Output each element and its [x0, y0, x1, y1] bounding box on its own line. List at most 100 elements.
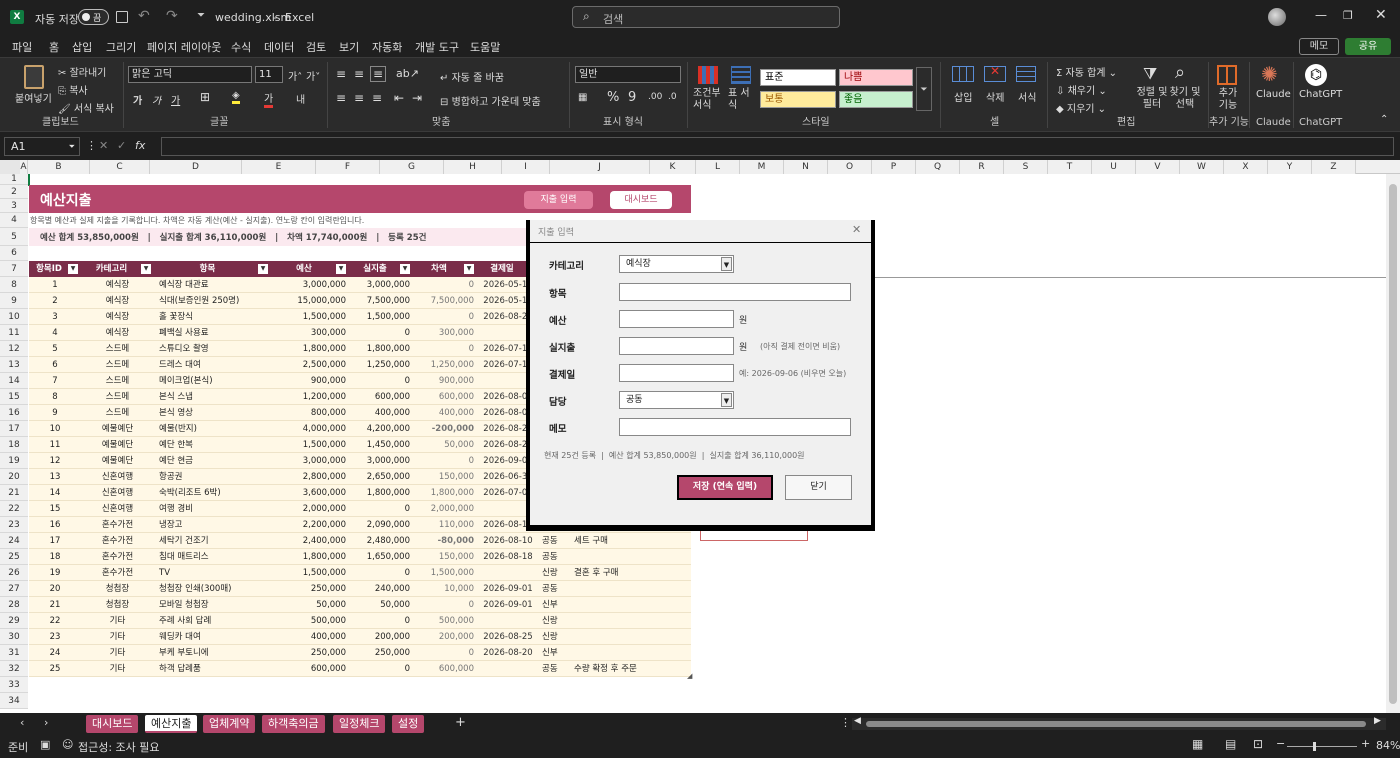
align-top-icon[interactable]: ≡ [336, 67, 346, 81]
table-cell[interactable]: 1,800,000 [274, 549, 346, 565]
table-cell[interactable]: 500,000 [274, 613, 346, 629]
tab-developer[interactable]: 개발 도구 [415, 39, 459, 55]
copy-button[interactable]: ⎘ 복사 [58, 82, 88, 97]
table-cell[interactable]: 50,000 [352, 597, 410, 613]
column-header[interactable]: Z [1312, 160, 1356, 174]
align-left-icon[interactable]: ≡ [336, 91, 346, 105]
table-cell[interactable]: 24 [32, 645, 78, 661]
column-header[interactable]: X [1224, 160, 1268, 174]
table-cell[interactable]: 신혼여행 [84, 485, 151, 501]
column-header[interactable]: J [550, 160, 650, 174]
table-cell[interactable]: 청첩장 인쇄(300매) [159, 581, 268, 597]
table-cell[interactable]: 0 [416, 453, 474, 469]
row-header[interactable]: 19 [0, 453, 28, 469]
row-header[interactable]: 26 [0, 565, 28, 581]
row-header[interactable]: 23 [0, 517, 28, 533]
table-cell[interactable]: 수량 확정 후 주문 [574, 661, 688, 677]
enter-formula-icon[interactable]: ✓ [117, 139, 126, 152]
bold-icon[interactable]: 가 [133, 92, 142, 107]
table-cell[interactable]: 1,500,000 [416, 565, 474, 581]
style-normal[interactable]: 표준 [760, 69, 836, 86]
row-header[interactable]: 34 [0, 693, 28, 709]
table-cell[interactable] [480, 613, 536, 629]
row-header[interactable]: 25 [0, 549, 28, 565]
merge-center-button[interactable]: ⊟ 병합하고 가운데 맞춤 [440, 93, 541, 108]
phonetic-icon[interactable]: 내 [296, 91, 305, 106]
table-cell[interactable]: 냉장고 [159, 517, 268, 533]
table-cell[interactable] [574, 581, 688, 597]
table-cell[interactable]: 250,000 [274, 645, 346, 661]
indent-increase-icon[interactable]: ⇥ [412, 91, 422, 105]
table-cell[interactable]: 7,500,000 [416, 293, 474, 309]
table-cell[interactable]: 2026-08-18 [480, 549, 536, 565]
table-cell[interactable]: 25 [32, 661, 78, 677]
table-cell[interactable]: 50,000 [274, 597, 346, 613]
row-header[interactable]: 12 [0, 341, 28, 357]
tab-data[interactable]: 데이터 [264, 39, 294, 55]
owner-select[interactable]: 공동 ▼ [619, 391, 734, 409]
normal-view-icon[interactable]: ▦ [1192, 737, 1203, 751]
hscroll-thumb[interactable] [866, 721, 1366, 727]
table-cell[interactable]: 2,090,000 [352, 517, 410, 533]
dashboard-button[interactable]: 대시보드 [610, 191, 672, 209]
table-cell[interactable]: 22 [32, 613, 78, 629]
share-button[interactable]: 공유 [1345, 38, 1391, 55]
save-icon[interactable] [116, 11, 128, 23]
row-header[interactable]: 3 [0, 199, 28, 213]
table-cell[interactable]: 600,000 [352, 389, 410, 405]
sort-filter-button[interactable]: 정렬 및 필터 [1134, 87, 1170, 111]
table-cell[interactable]: 2,500,000 [274, 357, 346, 373]
budget-input[interactable] [619, 310, 734, 328]
table-cell[interactable]: 6 [32, 357, 78, 373]
table-cell[interactable]: 4 [32, 325, 78, 341]
claude-button[interactable]: Claude [1256, 89, 1291, 100]
table-cell[interactable]: 1,800,000 [352, 341, 410, 357]
date-input[interactable] [619, 364, 734, 382]
style-good[interactable]: 좋음 [839, 91, 913, 108]
table-cell[interactable]: 식대(보증인원 250명) [159, 293, 268, 309]
column-header[interactable]: I [502, 160, 550, 174]
table-cell[interactable]: 15 [32, 501, 78, 517]
dialog-close-icon[interactable]: ✕ [852, 223, 861, 236]
row-header[interactable]: 9 [0, 293, 28, 309]
table-cell[interactable]: 청첩장 [84, 581, 151, 597]
table-cell[interactable]: 14 [32, 485, 78, 501]
table-cell[interactable]: 스드메 [84, 373, 151, 389]
autosave-toggle[interactable]: 끔 [78, 9, 109, 25]
table-cell[interactable]: 공동 [542, 549, 568, 565]
collapse-ribbon-icon[interactable]: ⌃ [1380, 114, 1388, 125]
format-cells-button[interactable]: 서식 [1018, 89, 1036, 104]
column-header[interactable]: F [316, 160, 380, 174]
cond-format-button[interactable]: 조건부 서식 [693, 88, 723, 112]
row-header[interactable]: 20 [0, 469, 28, 485]
table-cell[interactable]: 12 [32, 453, 78, 469]
filter-dropdown-icon[interactable]: ▼ [464, 264, 474, 274]
table-cell[interactable] [574, 549, 688, 565]
table-cell[interactable]: 400,000 [352, 405, 410, 421]
table-cell[interactable]: 1,500,000 [274, 565, 346, 581]
table-cell[interactable]: 16 [32, 517, 78, 533]
table-cell[interactable]: 2,800,000 [274, 469, 346, 485]
orientation-icon[interactable]: ab↗ [396, 67, 419, 80]
table-cell[interactable]: 2026-08-20 [480, 645, 536, 661]
row-header[interactable]: 32 [0, 661, 28, 677]
page-layout-view-icon[interactable]: ▤ [1225, 737, 1236, 751]
table-cell[interactable]: 항공권 [159, 469, 268, 485]
column-header[interactable]: Q [916, 160, 960, 174]
filter-dropdown-icon[interactable]: ▼ [68, 264, 78, 274]
expense-input-button[interactable]: 지출 입력 [524, 191, 593, 209]
filter-dropdown-icon[interactable]: ▼ [258, 264, 268, 274]
table-cell[interactable]: 메이크업(본식) [159, 373, 268, 389]
column-header[interactable]: V [1136, 160, 1180, 174]
filter-dropdown-icon[interactable]: ▼ [141, 264, 151, 274]
column-header[interactable]: K [650, 160, 696, 174]
table-cell[interactable]: 예물예단 [84, 437, 151, 453]
table-cell[interactable]: 기타 [84, 613, 151, 629]
zoom-out-icon[interactable]: − [1276, 737, 1285, 750]
delete-cells-button[interactable]: 삭제 [986, 89, 1004, 104]
table-cell[interactable]: 혼수가전 [84, 533, 151, 549]
table-cell[interactable]: 400,000 [416, 405, 474, 421]
insert-cells-button[interactable]: 삽입 [954, 89, 972, 104]
customize-qat-icon[interactable]: ⏷ [197, 10, 205, 21]
shrink-font-icon[interactable]: 가˅ [306, 68, 320, 83]
